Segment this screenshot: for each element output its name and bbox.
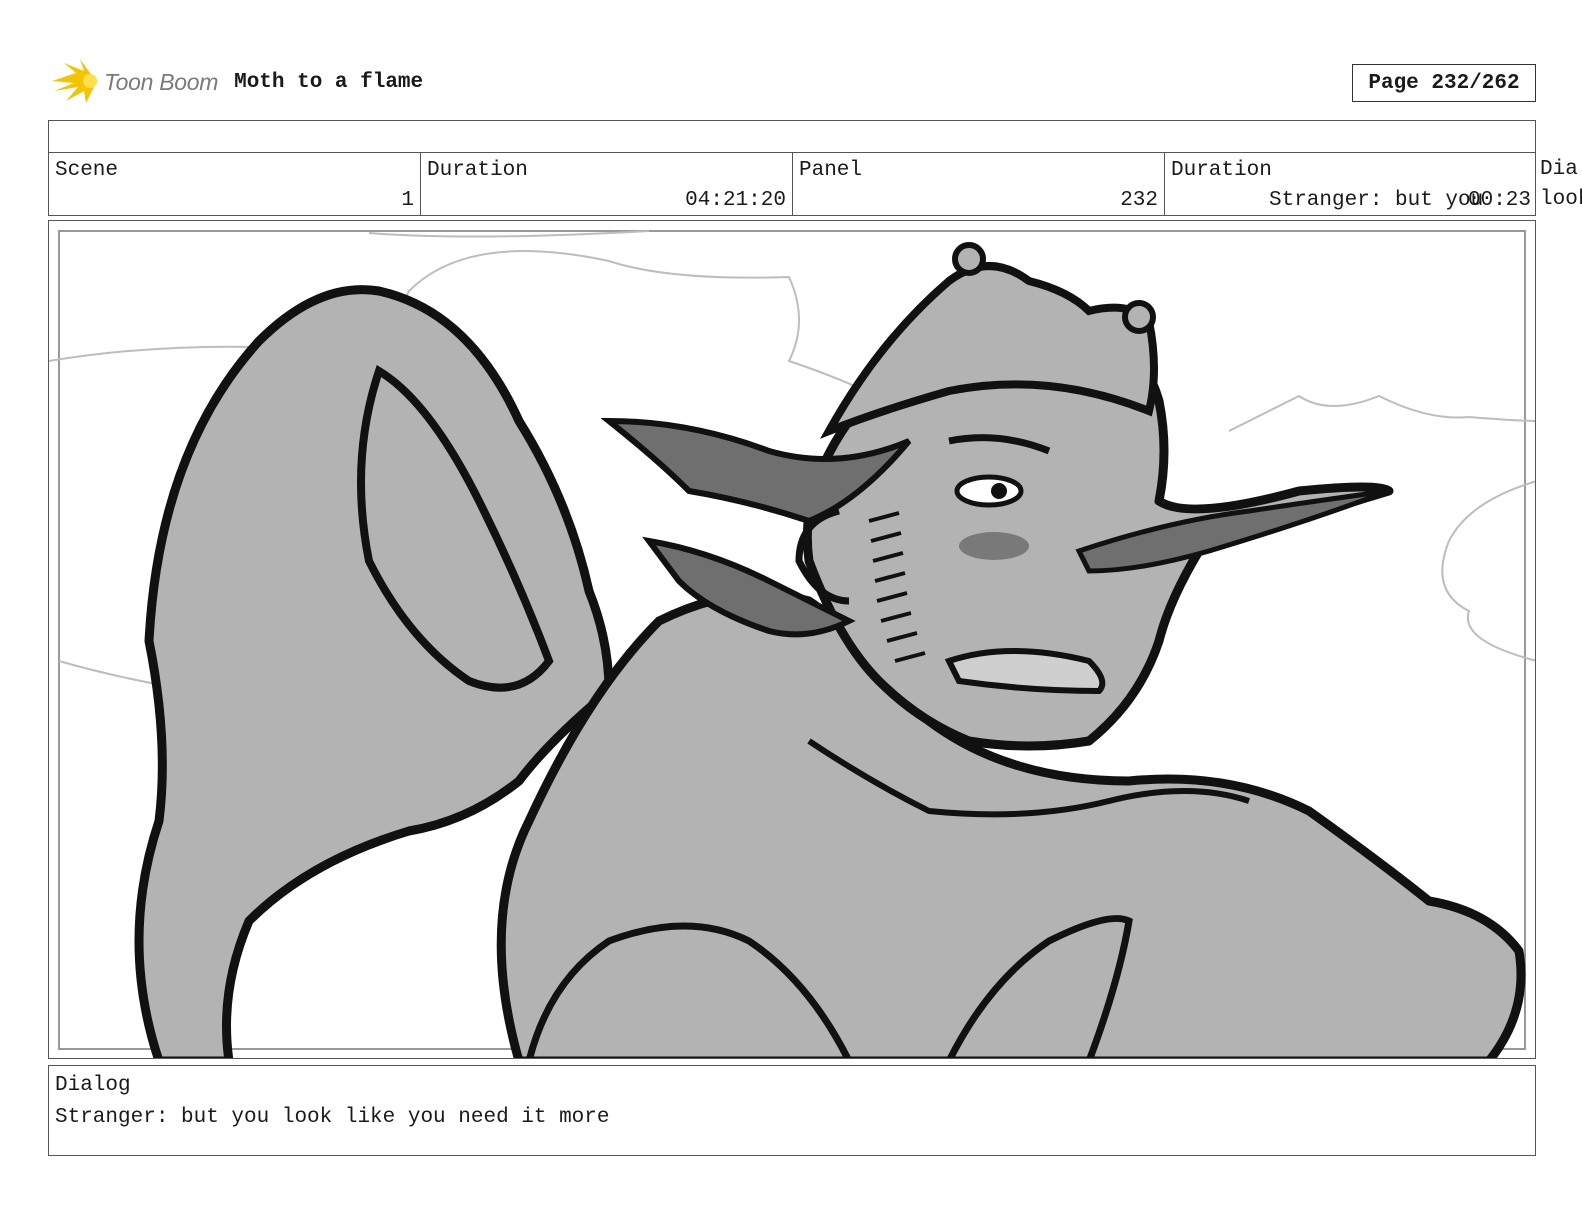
header: Toon Boom Moth to a flame <box>50 56 423 108</box>
toon-boom-logo: Toon Boom <box>50 57 218 107</box>
scene-duration-label: Duration <box>427 159 528 182</box>
panel-duration-label: Duration <box>1171 159 1272 182</box>
storyboard-panel <box>48 220 1536 1059</box>
info-row: Scene 1 Duration 04:21:20 Panel 232 Dura… <box>48 152 1536 216</box>
panel-cell: Panel 232 <box>793 153 1165 215</box>
panel-label: Panel <box>799 159 863 182</box>
dialog-overflow-label: Dia <box>1540 158 1578 181</box>
panel-value: 232 <box>1120 189 1158 212</box>
dialog-box: Dialog Stranger: but you look like you n… <box>48 1065 1536 1156</box>
scene-cell: Scene 1 <box>49 153 421 215</box>
dialog-overflow-text: Stranger: but you <box>1269 189 1484 212</box>
blank-header-row <box>48 120 1536 153</box>
dialog-text: Stranger: but you look like you need it … <box>55 1106 610 1129</box>
logo-text: Toon Boom <box>104 68 219 95</box>
dialog-overflow-tail: look <box>1540 188 1582 211</box>
flame-logo-icon <box>52 59 98 103</box>
scene-duration-cell: Duration 04:21:20 <box>421 153 793 215</box>
project-title: Moth to a flame <box>234 70 424 94</box>
dialog-label: Dialog <box>55 1074 131 1097</box>
scene-value: 1 <box>401 189 414 212</box>
page-indicator: Page 232/262 <box>1352 64 1536 102</box>
panel-sketch-image <box>49 230 1535 1058</box>
scene-duration-value: 04:21:20 <box>685 189 786 212</box>
scene-label: Scene <box>55 159 119 182</box>
